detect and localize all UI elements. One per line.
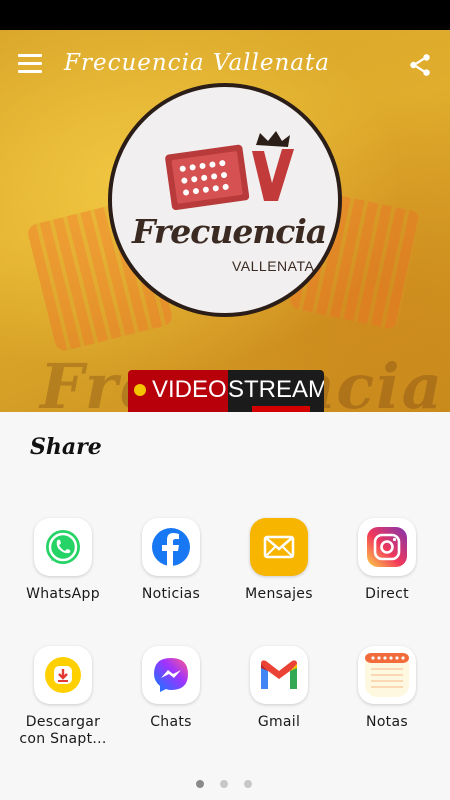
share-target-label: Gmail (257, 714, 301, 730)
share-target-label: Noticias (141, 586, 201, 602)
logo-sub-text: VALLENATA (232, 258, 315, 274)
video-stream-badge[interactable]: VIDEO STREAM (128, 370, 324, 412)
page-dot-active (196, 780, 204, 788)
instagram-icon (367, 527, 407, 567)
share-target-whatsapp[interactable]: WhatsApp (8, 518, 118, 603)
gmail-icon (261, 660, 297, 689)
share-target-chats[interactable]: Chats (116, 646, 226, 731)
whatsapp-icon (46, 530, 80, 564)
snaptube-download-icon (45, 657, 81, 693)
share-sheet-title: Share (30, 434, 102, 460)
page-dot (244, 780, 252, 788)
accordion-logo-icon (165, 131, 294, 211)
app-title: Frecuencia Vallenata (64, 50, 330, 76)
station-logo: Frecuencia VALLENATA (108, 83, 342, 317)
share-sheet: Share WhatsApp Noticias Mensajes Direct … (0, 412, 450, 800)
share-icon[interactable] (407, 52, 433, 78)
page-dot (220, 780, 228, 788)
messages-icon (263, 535, 295, 559)
badge-video-text: VIDEO (152, 376, 227, 403)
share-target-label: Descargar con Snapt... (19, 714, 107, 747)
share-target-gmail[interactable]: Gmail (224, 646, 334, 731)
share-target-label: Chats (150, 714, 192, 730)
share-target-snaptube[interactable]: Descargar con Snapt... (8, 646, 118, 748)
share-target-label: Mensajes (245, 586, 313, 602)
notes-icon (365, 653, 409, 697)
logo-main-text: Frecuencia (132, 212, 327, 251)
share-target-mensajes[interactable]: Mensajes (224, 518, 334, 603)
share-target-notas[interactable]: Notas (332, 646, 442, 731)
share-target-direct[interactable]: Direct (332, 518, 442, 603)
status-bar (0, 0, 450, 30)
facebook-icon (152, 528, 190, 566)
badge-stream-text: STREAM (228, 376, 324, 403)
hamburger-menu-icon[interactable] (18, 54, 42, 74)
share-target-label: WhatsApp (26, 586, 100, 602)
messenger-icon (154, 658, 188, 692)
share-target-label: Direct (365, 586, 409, 602)
share-target-noticias[interactable]: Noticias (116, 518, 226, 603)
live-dot-icon (134, 384, 146, 396)
share-target-label: Notas (366, 714, 408, 730)
